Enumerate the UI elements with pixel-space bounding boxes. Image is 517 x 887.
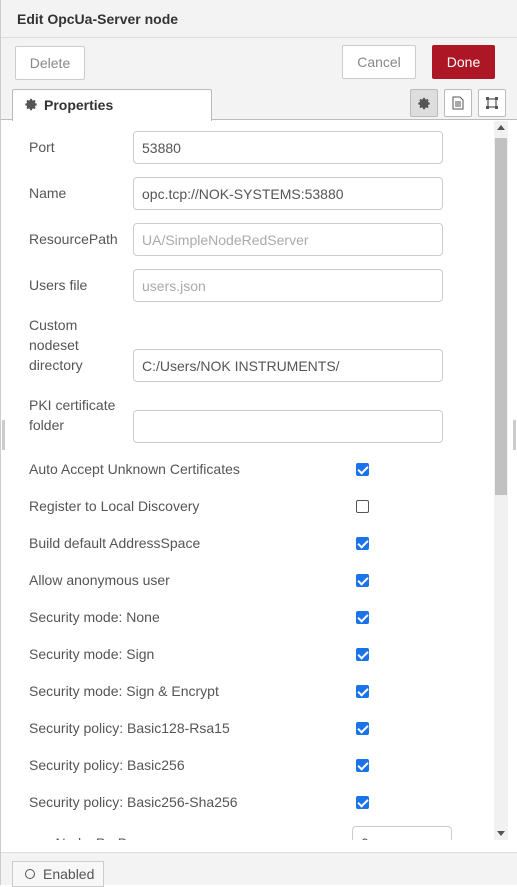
- checkbox-label: Auto Accept Unknown Certificates: [29, 461, 240, 477]
- scroll-up-arrow-icon[interactable]: [497, 125, 505, 130]
- tab-properties-label: Properties: [44, 97, 114, 113]
- checkbox-label: Register to Local Discovery: [29, 498, 200, 514]
- edit-tray: Edit OpcUa-Server node Delete Cancel Don…: [0, 0, 517, 887]
- right-resize-handle[interactable]: [513, 420, 516, 450]
- resource-path-label: ResourcePath: [29, 231, 118, 247]
- enabled-label: Enabled: [43, 866, 95, 882]
- cancel-button[interactable]: Cancel: [342, 45, 416, 79]
- checkbox-label: Build default AddressSpace: [29, 535, 201, 551]
- checkbox[interactable]: [356, 759, 369, 772]
- name-input[interactable]: opc.tcp://NOK-SYSTEMS:53880: [133, 177, 443, 210]
- nodeset-dir-label-line1: Custom: [29, 317, 78, 333]
- checkbox[interactable]: [356, 796, 369, 809]
- tab-settings[interactable]: [410, 89, 438, 117]
- nodeset-dir-input[interactable]: C:/Users/NOK INSTRUMENTS/: [133, 349, 443, 382]
- enabled-toggle[interactable]: Enabled: [12, 861, 104, 887]
- checkbox[interactable]: [356, 500, 369, 513]
- resource-path-input[interactable]: UA/SimpleNodeRedServer: [133, 223, 443, 256]
- port-input[interactable]: 53880: [133, 131, 443, 164]
- checkbox-label: Security mode: Sign: [29, 646, 155, 662]
- nodeset-dir-label-line2: nodeset: [29, 337, 79, 353]
- appearance-icon: [486, 97, 498, 109]
- nodeset-dir-label-line3: directory: [29, 357, 83, 373]
- name-label: Name: [29, 185, 67, 201]
- checkbox-label: Security mode: Sign & Encrypt: [29, 683, 219, 699]
- scrollbar[interactable]: [494, 121, 508, 840]
- checkbox[interactable]: [356, 537, 369, 550]
- tray-toolbar: Delete Cancel Done: [1, 38, 517, 88]
- checkbox-label: Security policy: Basic256: [29, 757, 185, 773]
- checkbox[interactable]: [356, 685, 369, 698]
- users-file-input[interactable]: users.json: [133, 269, 443, 302]
- left-resize-handle[interactable]: [2, 420, 5, 450]
- description-icon: [452, 96, 464, 110]
- checkbox-label: Security policy: Basic256-Sha256: [29, 794, 238, 810]
- tray-header: Edit OpcUa-Server node: [1, 0, 517, 38]
- checkbox[interactable]: [356, 463, 369, 476]
- checkbox[interactable]: [356, 611, 369, 624]
- users-file-label: Users file: [29, 277, 88, 293]
- circle-icon: [25, 869, 35, 879]
- pki-folder-input[interactable]: [133, 410, 443, 443]
- max-nodes-label: maxNodesPerBrowse: [29, 833, 164, 840]
- tab-appearance[interactable]: [478, 89, 506, 117]
- port-label: Port: [29, 139, 55, 155]
- tray-footer: Enabled: [1, 852, 517, 887]
- max-nodes-input[interactable]: 0: [352, 826, 452, 840]
- done-button[interactable]: Done: [432, 45, 495, 79]
- checkbox-label: Allow anonymous user: [29, 572, 170, 588]
- pki-folder-label-line2: folder: [29, 417, 65, 433]
- scroll-thumb[interactable]: [495, 138, 507, 495]
- pki-folder-label-line1: PKI certificate: [29, 397, 116, 413]
- properties-form: Port 53880 Name opc.tcp://NOK-SYSTEMS:53…: [1, 121, 517, 840]
- checkbox-label: Security mode: None: [29, 609, 160, 625]
- tab-description[interactable]: [444, 89, 472, 117]
- gear-icon: [25, 98, 37, 111]
- gear-icon: [417, 97, 430, 109]
- checkbox[interactable]: [356, 574, 369, 587]
- tray-title: Edit OpcUa-Server node: [17, 11, 179, 27]
- checkbox-label: Security policy: Basic128-Rsa15: [29, 720, 230, 736]
- tab-bar: Properties: [1, 88, 517, 121]
- delete-button[interactable]: Delete: [15, 46, 85, 80]
- tab-properties[interactable]: Properties: [12, 89, 212, 121]
- scroll-down-arrow-icon[interactable]: [497, 831, 505, 836]
- checkbox[interactable]: [356, 648, 369, 661]
- checkbox[interactable]: [356, 722, 369, 735]
